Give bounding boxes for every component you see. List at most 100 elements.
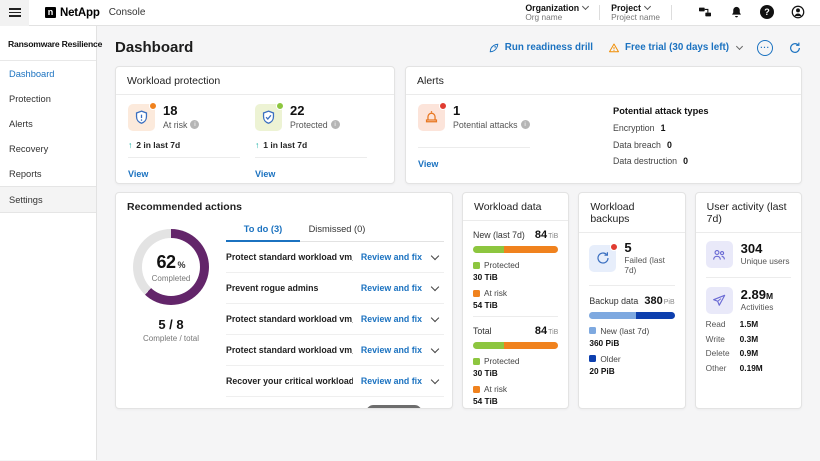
page-header: Dashboard Run readiness drill Free trial… <box>97 26 820 66</box>
sidebar: Ransomware Resilience Dashboard Protecti… <box>0 26 97 460</box>
sidebar-item-reports[interactable]: Reports <box>0 161 96 186</box>
recommended-tabs: To do (3) Dismissed (0) <box>226 215 444 242</box>
review-and-fix-link[interactable]: Review and fix <box>361 376 422 386</box>
hamburger-icon <box>9 6 21 19</box>
info-icon[interactable]: i <box>331 120 340 129</box>
at-risk-value: 18 <box>163 104 199 119</box>
sidebar-item-alerts[interactable]: Alerts <box>0 111 96 136</box>
chevron-down-icon[interactable] <box>431 282 439 290</box>
help-icon[interactable]: ? <box>759 4 775 20</box>
protected-segment <box>473 342 504 349</box>
alarm-icon <box>418 104 445 131</box>
chevron-down-icon[interactable] <box>431 375 439 383</box>
chevron-down-icon[interactable] <box>431 251 439 259</box>
refresh-button[interactable] <box>788 41 802 55</box>
total-data-value: 84 <box>535 325 547 337</box>
completion-percent: 62 <box>156 252 175 273</box>
menu-button[interactable] <box>0 0 29 26</box>
recommended-actions-title: Recommended actions <box>116 193 452 215</box>
activity-breakdown: Read1.5M Write0.3M Delete0.9M Other0.19M <box>706 319 791 373</box>
page-title: Dashboard <box>115 39 193 56</box>
review-and-fix-link[interactable]: Review and fix <box>361 252 422 262</box>
legend-item: New (last 7d) <box>589 326 674 336</box>
potential-attacks-label: Potential attacks <box>453 120 518 130</box>
backups-failed-value: 5 <box>624 241 674 256</box>
at-risk-stat: 18 At risk i ↑ 2 in last 7d View <box>128 104 255 182</box>
protected-view-link[interactable]: View <box>255 169 275 179</box>
warning-icon <box>608 42 620 54</box>
sidebar-item-protection[interactable]: Protection <box>0 86 96 111</box>
potential-attacks-stat: 1 Potential attacks i View <box>418 104 613 173</box>
up-arrow-icon: ↑ <box>128 140 132 150</box>
attack-types: Potential attack types Encryption1 Data … <box>613 104 709 173</box>
shield-alert-icon <box>128 104 155 131</box>
account-icon[interactable] <box>790 4 806 20</box>
review-and-fix-link[interactable]: Review and fix <box>361 345 422 355</box>
protected-delta: 1 in last 7d <box>263 140 307 150</box>
backup-data-label: Backup data <box>589 296 638 306</box>
info-icon[interactable]: i <box>521 120 530 129</box>
potential-attacks-value: 1 <box>453 104 530 119</box>
divider <box>255 157 367 158</box>
sidebar-item-recovery[interactable]: Recovery <box>0 136 96 161</box>
at-risk-view-link[interactable]: View <box>128 169 148 179</box>
product-name: Console <box>109 7 146 18</box>
chevron-down-icon[interactable] <box>431 313 439 321</box>
unique-users-value: 304 <box>741 242 790 257</box>
completion-fraction-label: Complete / total <box>116 334 226 343</box>
legend-item: Protected <box>473 260 558 270</box>
tab-todo[interactable]: To do (3) <box>226 215 300 242</box>
notifications-bell-icon[interactable] <box>728 4 744 20</box>
divider <box>473 316 558 317</box>
more-options-button[interactable]: ··· <box>757 40 773 56</box>
divider <box>599 5 600 20</box>
divider <box>589 285 674 286</box>
main-content: Dashboard Run readiness drill Free trial… <box>97 26 820 460</box>
backup-failed-icon <box>589 245 616 272</box>
recommended-list: Protect standard workload vm_datastore_u… <box>226 242 444 409</box>
up-arrow-icon: ↑ <box>255 140 259 150</box>
readiness-drill-icon <box>488 42 500 54</box>
chevron-down-icon[interactable] <box>431 344 439 352</box>
divider <box>418 147 530 148</box>
chevron-down-icon <box>644 3 651 10</box>
backup-data-bar-chart <box>589 312 674 319</box>
chevron-down-icon[interactable] <box>431 406 439 409</box>
refresh-icon <box>788 41 802 55</box>
chevron-down-icon <box>736 43 743 50</box>
alerts-view-link[interactable]: View <box>418 159 438 169</box>
workload-backups-card: Workload backups 5 Failed (last 7d) <box>578 192 685 409</box>
new-data-label: New (last 7d) <box>473 230 525 240</box>
netapp-logo-mark-icon: n <box>45 7 56 18</box>
activities-icon <box>706 287 733 314</box>
run-readiness-drill-button[interactable]: Run readiness drill <box>488 42 593 54</box>
alerts-card: Alerts 1 Potenti <box>405 66 802 184</box>
organization-picker[interactable]: Organization Org name <box>525 3 588 23</box>
divider <box>706 277 791 278</box>
protected-segment <box>473 246 504 253</box>
project-picker[interactable]: Project Project name <box>611 3 660 23</box>
older-backups-segment <box>636 312 674 319</box>
recommended-row: Protect standard workload vm_datastore_u… <box>226 335 444 366</box>
recommended-row: Integrate with your security... Complete <box>226 397 444 409</box>
info-icon[interactable]: i <box>190 120 199 129</box>
user-activity-card: User activity (last 7d) 304 Unique users <box>695 192 802 409</box>
connector-icon[interactable] <box>697 4 713 20</box>
free-trial-dropdown[interactable]: Free trial (30 days left) <box>608 42 742 54</box>
review-and-fix-link[interactable]: Review and fix <box>361 283 422 293</box>
legend-swatch <box>589 355 596 362</box>
review-and-fix-link[interactable]: Review and fix <box>361 314 422 324</box>
run-drill-label: Run readiness drill <box>505 42 593 53</box>
workload-protection-card: Workload protection 18 <box>115 66 395 184</box>
status-dot <box>149 102 157 110</box>
user-activity-title: User activity (last 7d) <box>696 193 801 233</box>
app-frame: n NetApp Console Organization Org name P… <box>0 0 820 461</box>
sidebar-item-settings[interactable]: Settings <box>0 186 96 213</box>
at-risk-delta: 2 in last 7d <box>136 140 180 150</box>
legend-item: At risk <box>473 288 558 298</box>
activities-value: 2.89 <box>741 287 766 302</box>
legend-swatch <box>473 262 480 269</box>
sidebar-item-dashboard[interactable]: Dashboard <box>0 61 96 86</box>
netapp-logo[interactable]: n NetApp <box>45 7 100 19</box>
tab-dismissed[interactable]: Dismissed (0) <box>300 215 374 241</box>
